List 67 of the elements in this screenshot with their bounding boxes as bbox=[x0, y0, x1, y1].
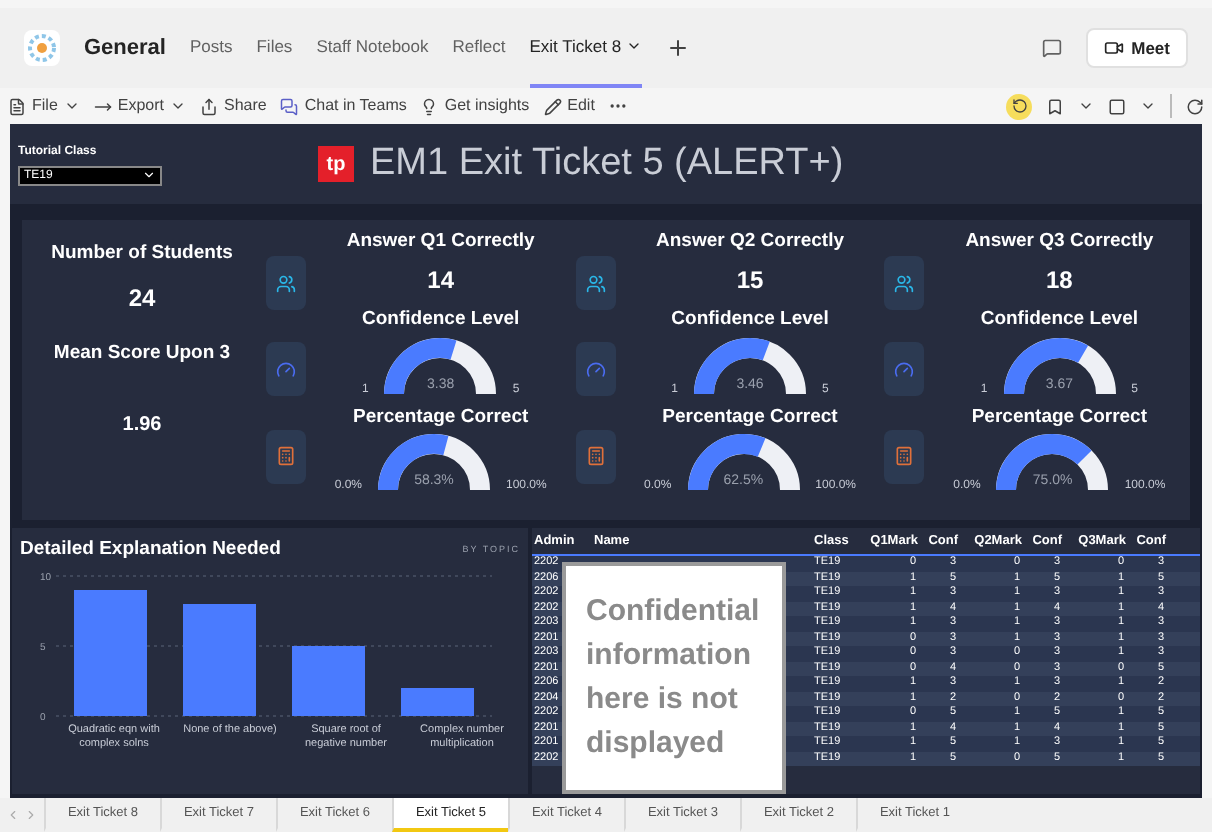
toolbar-button[interactable]: File bbox=[8, 94, 80, 118]
people-icon bbox=[884, 256, 925, 311]
caret-icon bbox=[625, 38, 642, 54]
kpi-label: Confidence Level bbox=[362, 306, 520, 335]
kpi-label: Percentage Correct bbox=[662, 403, 838, 431]
kpi-label: Answer Q1 Correctly bbox=[346, 228, 535, 256]
toolbar-button[interactable]: Export bbox=[93, 94, 187, 118]
meet-button[interactable]: Meet bbox=[1085, 28, 1188, 68]
gauge-icon bbox=[884, 342, 925, 397]
kpi-value: 24 bbox=[128, 282, 156, 317]
kpi-label: Confidence Level bbox=[671, 306, 829, 335]
kpi-value: 15 bbox=[736, 264, 764, 299]
team-name: General bbox=[84, 33, 166, 64]
caret-icon[interactable] bbox=[1140, 98, 1156, 114]
add-icon[interactable] bbox=[665, 36, 690, 60]
kpi-label: Percentage Correct bbox=[971, 403, 1147, 431]
caret-icon bbox=[63, 98, 80, 114]
channel-tab[interactable]: Files bbox=[256, 8, 293, 88]
kpi-value: 18 bbox=[1046, 264, 1073, 299]
bar bbox=[183, 604, 256, 717]
chat-icon[interactable] bbox=[1041, 38, 1062, 58]
bar bbox=[401, 688, 474, 717]
bar bbox=[292, 646, 365, 717]
calculator-icon bbox=[266, 429, 306, 484]
kpi-value: 14 bbox=[427, 264, 455, 299]
toolbar-icon bbox=[543, 97, 562, 115]
kpi-label: Confidence Level bbox=[980, 306, 1139, 335]
reset-button[interactable] bbox=[1006, 93, 1032, 119]
toolbar-icon bbox=[280, 97, 299, 115]
channel-tab[interactable]: Staff Notebook bbox=[316, 8, 429, 88]
toolbar-button[interactable]: Get insights bbox=[420, 94, 530, 118]
reset-icon bbox=[1011, 98, 1027, 114]
kpi-label: Mean Score Upon 3 bbox=[53, 340, 231, 369]
toolbar-icon bbox=[420, 97, 439, 115]
caret-icon bbox=[170, 98, 187, 114]
view-icon[interactable] bbox=[1108, 97, 1126, 115]
kpi-label: Number of Students bbox=[51, 240, 233, 268]
kpi-value: 1.96 bbox=[122, 411, 162, 439]
bar bbox=[74, 590, 147, 717]
caret-icon[interactable] bbox=[1078, 98, 1094, 114]
toolbar-icon bbox=[8, 97, 26, 115]
calculator-icon bbox=[575, 429, 616, 484]
refresh-icon[interactable] bbox=[1186, 97, 1204, 115]
people-icon bbox=[266, 256, 306, 311]
logo: tp bbox=[318, 146, 354, 182]
channel-tab[interactable]: Reflect bbox=[452, 8, 506, 88]
toolbar-button[interactable]: Edit bbox=[543, 94, 595, 118]
toolbar-icon bbox=[93, 97, 112, 115]
confidential-note: Confidential information here is not displayed bbox=[562, 562, 786, 794]
gauge-icon bbox=[266, 342, 306, 397]
people-icon bbox=[575, 256, 616, 311]
video-icon bbox=[1103, 38, 1124, 58]
kpi-label: Percentage Correct bbox=[353, 403, 529, 431]
gauge-icon bbox=[575, 342, 616, 397]
chart-title: Detailed Explanation Needed bbox=[20, 536, 281, 564]
toolbar-button[interactable]: Chat in Teams bbox=[280, 94, 407, 118]
calculator-icon bbox=[884, 429, 925, 484]
toolbar-icon bbox=[200, 97, 219, 115]
caret-icon bbox=[142, 168, 156, 182]
report-title: EM1 Exit Ticket 5 (ALERT+) bbox=[370, 139, 844, 188]
channel-tab[interactable]: Posts bbox=[189, 8, 233, 88]
kpi-label: Answer Q3 Correctly bbox=[965, 228, 1154, 256]
channel-tab[interactable]: Exit Ticket 8 bbox=[529, 8, 642, 88]
team-logo-icon bbox=[24, 30, 60, 66]
kpi-label: Answer Q2 Correctly bbox=[656, 228, 844, 256]
bookmark-icon[interactable] bbox=[1046, 97, 1064, 115]
toolbar-button[interactable]: Share bbox=[200, 94, 267, 118]
